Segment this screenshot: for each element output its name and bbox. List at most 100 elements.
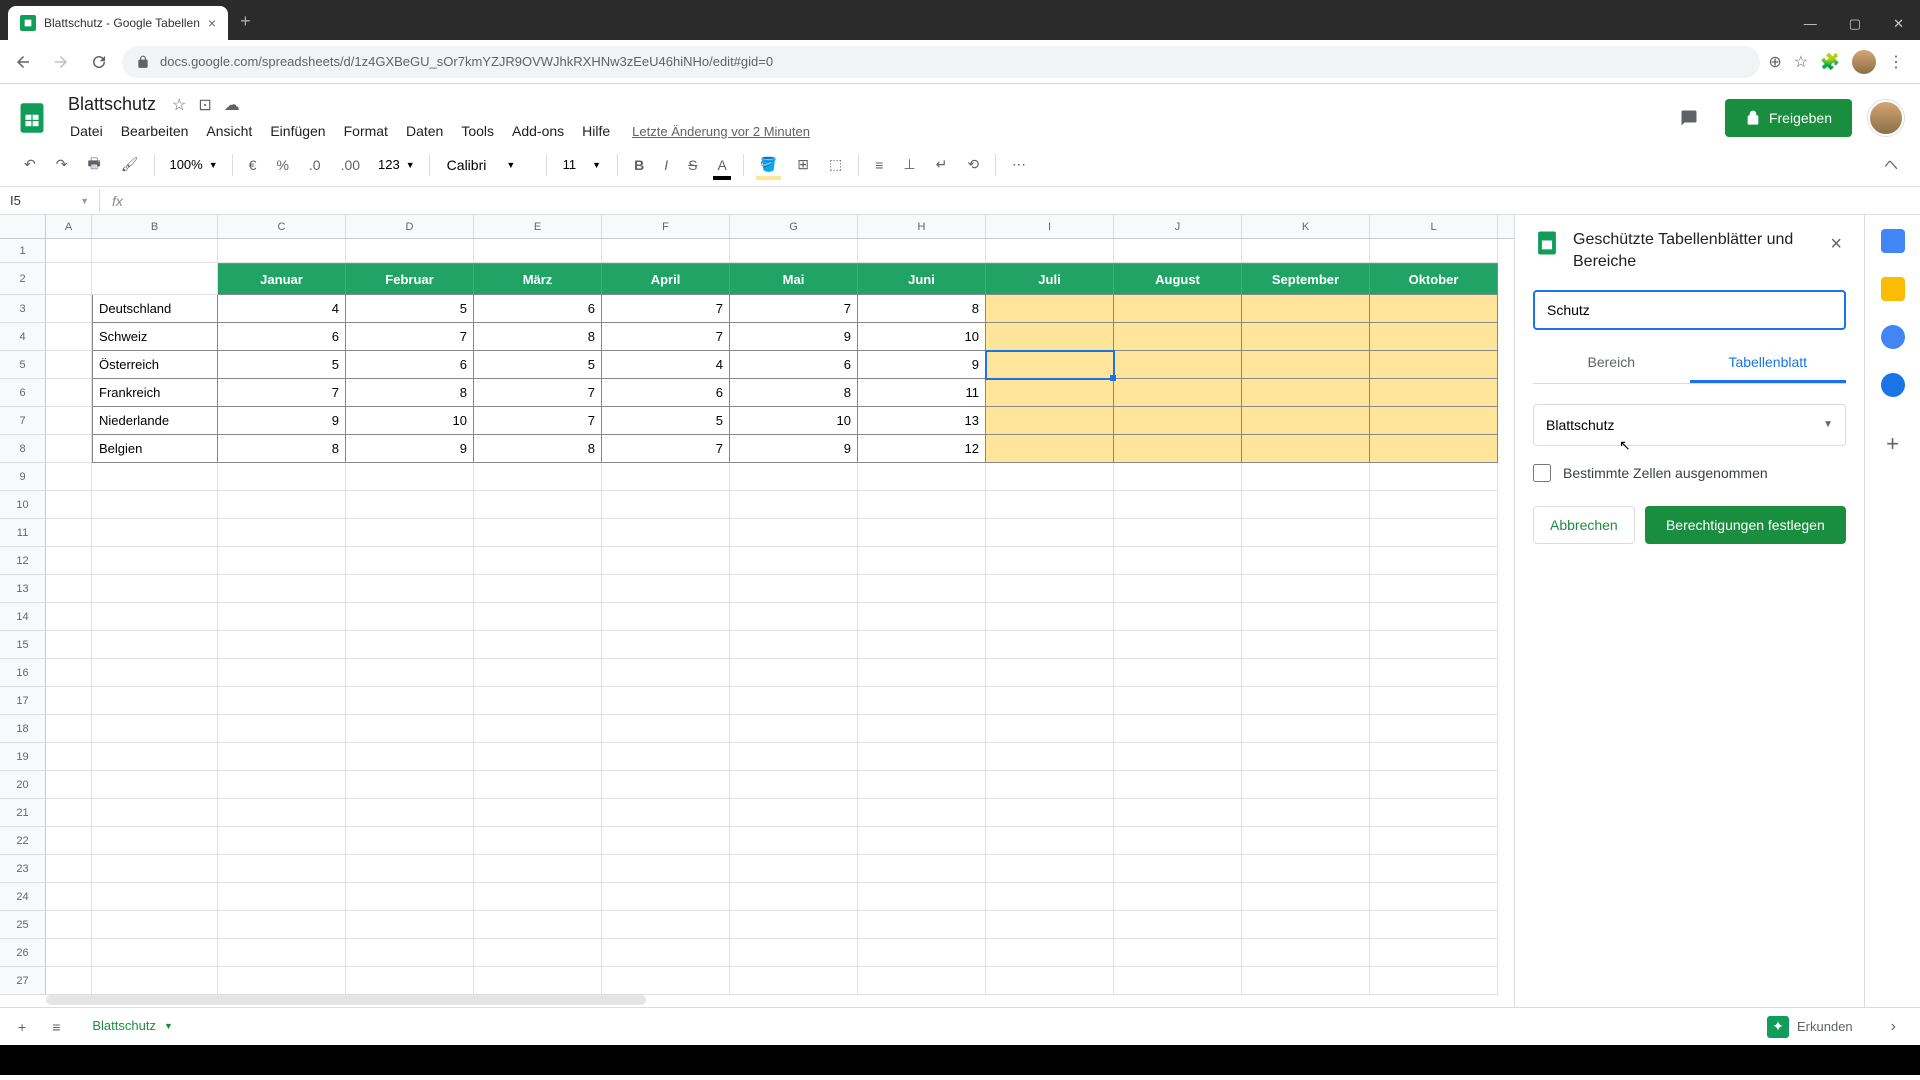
data-cell[interactable]: 8 <box>218 435 346 463</box>
cell[interactable] <box>218 687 346 715</box>
data-cell[interactable]: 7 <box>602 295 730 323</box>
cell[interactable] <box>986 939 1114 967</box>
cell[interactable] <box>1242 603 1370 631</box>
cell[interactable] <box>1242 715 1370 743</box>
cell[interactable] <box>1370 967 1498 995</box>
cell[interactable] <box>602 491 730 519</box>
cell[interactable] <box>602 771 730 799</box>
currency-button[interactable]: € <box>241 151 265 179</box>
col-header[interactable]: D <box>346 215 474 238</box>
row-header[interactable]: 13 <box>0 575 46 603</box>
sheet-select[interactable]: Blattschutz ▼ ↖ <box>1533 404 1846 446</box>
cell[interactable] <box>1370 603 1498 631</box>
cell[interactable] <box>46 631 92 659</box>
cell[interactable] <box>1242 855 1370 883</box>
cell[interactable] <box>1114 631 1242 659</box>
cell[interactable] <box>1114 743 1242 771</box>
table-header[interactable]: Januar <box>218 263 346 295</box>
cell[interactable] <box>1370 631 1498 659</box>
paint-format-button[interactable]: 🖌 <box>113 150 147 179</box>
cell[interactable] <box>346 855 474 883</box>
add-sheet-button[interactable]: + <box>10 1013 34 1041</box>
checkbox-input[interactable] <box>1533 464 1551 482</box>
font-select[interactable]: Calibri▼ <box>438 152 538 178</box>
cell[interactable] <box>92 883 218 911</box>
cell[interactable] <box>92 491 218 519</box>
cell[interactable] <box>730 715 858 743</box>
row-header[interactable]: 16 <box>0 659 46 687</box>
table-header[interactable]: Juli <box>986 263 1114 295</box>
menu-addons[interactable]: Add-ons <box>504 119 572 143</box>
cell[interactable] <box>46 799 92 827</box>
explore-button[interactable]: ✦ Erkunden <box>1753 1010 1867 1044</box>
row-header[interactable]: 20 <box>0 771 46 799</box>
cell[interactable] <box>218 799 346 827</box>
cell[interactable] <box>346 827 474 855</box>
cell[interactable] <box>474 547 602 575</box>
close-window-icon[interactable]: ✕ <box>1877 8 1920 40</box>
cell[interactable] <box>858 659 986 687</box>
cell[interactable] <box>1114 855 1242 883</box>
cell[interactable] <box>346 631 474 659</box>
cell[interactable] <box>218 463 346 491</box>
data-cell[interactable]: 7 <box>218 379 346 407</box>
cell[interactable] <box>1370 463 1498 491</box>
data-cell[interactable]: 5 <box>218 351 346 379</box>
col-header[interactable]: J <box>1114 215 1242 238</box>
cell[interactable] <box>602 547 730 575</box>
add-icon[interactable]: + <box>1886 431 1899 457</box>
star-icon[interactable]: ☆ <box>1794 52 1808 72</box>
cell[interactable] <box>1114 659 1242 687</box>
close-icon[interactable]: × <box>1826 229 1846 260</box>
col-header[interactable]: H <box>858 215 986 238</box>
cell[interactable] <box>474 659 602 687</box>
cell[interactable] <box>602 239 730 263</box>
col-header[interactable]: K <box>1242 215 1370 238</box>
row-header[interactable]: 9 <box>0 463 46 491</box>
cell[interactable] <box>730 547 858 575</box>
cell[interactable] <box>46 603 92 631</box>
cell[interactable] <box>858 967 986 995</box>
cell[interactable] <box>858 463 986 491</box>
data-cell[interactable]: 7 <box>730 295 858 323</box>
cell[interactable] <box>602 575 730 603</box>
row-header[interactable]: 23 <box>0 855 46 883</box>
cell[interactable] <box>1114 771 1242 799</box>
cell[interactable] <box>858 771 986 799</box>
cell[interactable] <box>474 687 602 715</box>
cell[interactable] <box>46 855 92 883</box>
cell[interactable] <box>986 463 1114 491</box>
grid[interactable]: A B C D E F G H I J K L 12JanuarFebruarM… <box>0 215 1514 1007</box>
cell[interactable] <box>858 603 986 631</box>
cell[interactable] <box>346 239 474 263</box>
data-cell[interactable] <box>1370 295 1498 323</box>
cell[interactable] <box>474 491 602 519</box>
cell[interactable] <box>218 547 346 575</box>
cell[interactable] <box>730 631 858 659</box>
data-cell[interactable] <box>986 351 1114 379</box>
cell[interactable] <box>346 659 474 687</box>
strike-button[interactable]: S <box>680 151 705 179</box>
new-tab-button[interactable]: + <box>228 3 263 40</box>
cell[interactable] <box>1114 883 1242 911</box>
cell[interactable] <box>218 939 346 967</box>
cell[interactable] <box>730 687 858 715</box>
cell[interactable] <box>602 687 730 715</box>
country-cell[interactable]: Österreich <box>92 351 218 379</box>
all-sheets-button[interactable]: ≡ <box>44 1013 68 1041</box>
cell[interactable] <box>46 743 92 771</box>
cell[interactable] <box>858 743 986 771</box>
menu-hilfe[interactable]: Hilfe <box>574 119 618 143</box>
row-header[interactable]: 10 <box>0 491 46 519</box>
cell[interactable] <box>92 263 218 295</box>
url-field[interactable]: docs.google.com/spreadsheets/d/1z4GXBeGU… <box>122 46 1760 78</box>
data-cell[interactable]: 12 <box>858 435 986 463</box>
cell[interactable] <box>218 771 346 799</box>
cancel-button[interactable]: Abbrechen <box>1533 506 1635 544</box>
horizontal-scrollbar[interactable] <box>46 995 646 1005</box>
cell[interactable] <box>346 743 474 771</box>
profile-avatar[interactable] <box>1852 50 1876 74</box>
cell[interactable] <box>1370 771 1498 799</box>
cell[interactable] <box>46 463 92 491</box>
cell[interactable] <box>730 575 858 603</box>
